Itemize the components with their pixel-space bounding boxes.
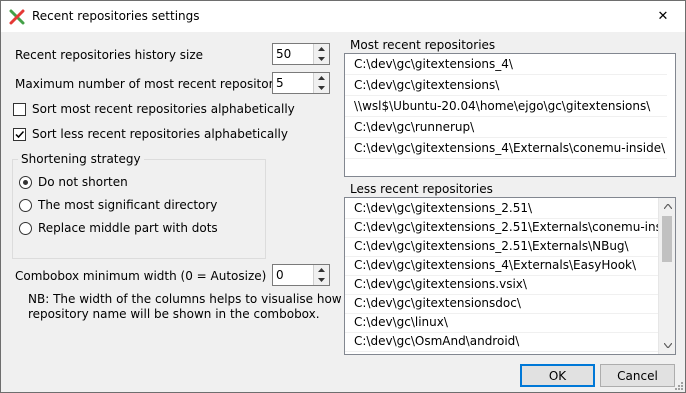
cancel-button[interactable]: Cancel bbox=[600, 364, 675, 387]
scrollbar-thumb[interactable] bbox=[662, 216, 672, 262]
radio-do-not-shorten[interactable] bbox=[19, 176, 32, 189]
scroll-up-icon[interactable] bbox=[659, 198, 675, 215]
list-item[interactable]: \\wsl$\Ubuntu-20.04\home\ejgo\gc\gitexte… bbox=[345, 96, 667, 117]
sort-less-recent-label: Sort less recent repositories alphabetic… bbox=[32, 127, 288, 141]
list-item[interactable]: C:\dev\gc\gitextensions_4\ bbox=[345, 54, 667, 75]
sort-less-recent-checkbox[interactable] bbox=[13, 128, 26, 141]
less-recent-title: Less recent repositories bbox=[350, 182, 493, 196]
window-title: Recent repositories settings bbox=[32, 9, 200, 23]
combobox-note-line1: NB: The width of the columns helps to vi… bbox=[28, 292, 366, 306]
combobox-width-stepper[interactable]: 0 bbox=[272, 264, 330, 286]
radio-label: Do not shorten bbox=[38, 175, 128, 189]
stepper-down-icon[interactable] bbox=[314, 275, 329, 285]
list-item[interactable]: C:\dev\gc\gitextensionsdoc\ bbox=[345, 293, 659, 314]
scroll-down-icon[interactable] bbox=[659, 337, 675, 354]
combobox-width-label: Combobox minimum width (0 = Autosize) bbox=[15, 269, 267, 283]
list-item[interactable]: C:\dev\gc\gitextensions_2.51\Externals\c… bbox=[345, 217, 659, 238]
max-recent-stepper[interactable]: 5 bbox=[272, 72, 330, 94]
list-item[interactable]: C:\dev\gc\linux\ bbox=[345, 312, 659, 333]
most-recent-list[interactable]: C:\dev\gc\gitextensions_4\ C:\dev\gc\git… bbox=[344, 53, 676, 177]
history-size-value[interactable]: 50 bbox=[276, 47, 291, 61]
history-size-label: Recent repositories history size bbox=[15, 48, 204, 62]
list-item[interactable]: C:\dev\gc\gitextensions\ bbox=[345, 75, 667, 96]
combobox-note-line2: repository name will be shown in the com… bbox=[28, 307, 320, 321]
list-item[interactable]: C:\dev\gc\gitextensions_2.51\Externals\N… bbox=[345, 236, 659, 257]
checkmark-icon bbox=[15, 130, 25, 139]
radio-label: The most significant directory bbox=[38, 198, 218, 212]
list-item[interactable]: C:\dev\gc\gitextensions.vsix\ bbox=[345, 274, 659, 295]
list-item[interactable]: C:\dev\gc\OsmAnd\android\ bbox=[345, 331, 659, 352]
radio-replace-middle[interactable] bbox=[19, 222, 32, 235]
close-button[interactable]: ✕ bbox=[641, 1, 685, 32]
radio-label: Replace middle part with dots bbox=[38, 221, 218, 235]
max-recent-value[interactable]: 5 bbox=[276, 76, 284, 90]
ok-button[interactable]: OK bbox=[520, 364, 595, 387]
ok-label: OK bbox=[548, 368, 567, 383]
list-item[interactable]: C:\dev\gc\runnerup\ bbox=[345, 117, 667, 138]
cancel-label: Cancel bbox=[617, 368, 658, 383]
resize-grip-icon[interactable] bbox=[673, 380, 683, 390]
title-bar: Recent repositories settings ✕ bbox=[1, 1, 685, 32]
sort-most-recent-label: Sort most recent repositories alphabetic… bbox=[32, 102, 295, 116]
list-item[interactable]: C:\dev\gc\gitextensions_4\Externals\cone… bbox=[345, 138, 667, 159]
combobox-width-value[interactable]: 0 bbox=[276, 268, 284, 282]
stepper-down-icon[interactable] bbox=[314, 83, 329, 93]
history-size-stepper[interactable]: 50 bbox=[272, 43, 330, 65]
shortening-strategy-title: Shortening strategy bbox=[18, 152, 144, 166]
stepper-down-icon[interactable] bbox=[314, 54, 329, 64]
less-recent-scrollbar[interactable] bbox=[658, 198, 675, 354]
settings-dialog: Recent repositories settings ✕ Recent re… bbox=[0, 0, 686, 393]
close-icon: ✕ bbox=[657, 9, 669, 24]
most-recent-title: Most recent repositories bbox=[350, 38, 496, 52]
sort-most-recent-checkbox[interactable] bbox=[13, 103, 26, 116]
git-extensions-icon bbox=[9, 9, 25, 25]
list-item[interactable]: C:\dev\gc\gitextensions_2.51\ bbox=[345, 198, 659, 219]
max-recent-label: Maximum number of most recent repositori… bbox=[15, 77, 291, 91]
radio-most-significant-directory[interactable] bbox=[19, 199, 32, 212]
list-item[interactable]: C:\dev\gc\gitextensions_4\Externals\Easy… bbox=[345, 255, 659, 276]
less-recent-list[interactable]: C:\dev\gc\gitextensions_2.51\ C:\dev\gc\… bbox=[344, 197, 676, 355]
